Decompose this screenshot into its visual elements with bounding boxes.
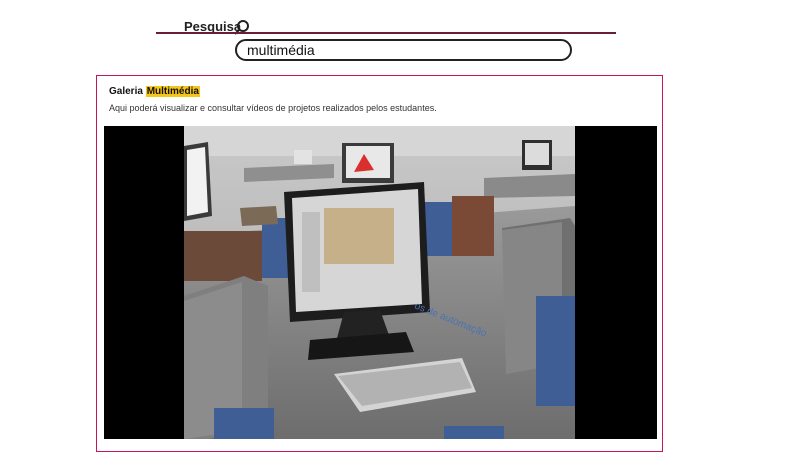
video-player[interactable]: os de automação	[104, 126, 657, 439]
search-icon[interactable]	[230, 17, 252, 39]
search-divider	[156, 32, 616, 34]
gallery-panel: Galeria Multimédia Aqui poderá visualiza…	[96, 75, 663, 452]
gallery-title-prefix: Galeria	[109, 86, 143, 97]
video-frame: os de automação	[184, 126, 575, 439]
search-input[interactable]	[235, 39, 572, 61]
gallery-title-highlight: Multimédia	[145, 86, 200, 97]
gallery-description: Aqui poderá visualizar e consultar vídeo…	[109, 103, 437, 113]
gallery-title: Galeria Multimédia	[109, 86, 200, 97]
